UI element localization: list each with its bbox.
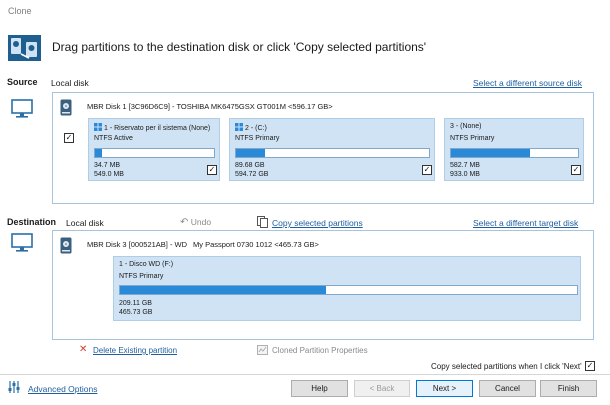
source-disk-label: Local disk bbox=[51, 78, 89, 88]
partition-total-size: 549.0 MB bbox=[94, 171, 124, 178]
footer-divider bbox=[0, 374, 610, 375]
sliders-icon bbox=[8, 381, 20, 393]
partition-used-size: 582.7 MB bbox=[450, 162, 480, 169]
partition-usage-bar bbox=[235, 148, 430, 158]
source-partition-3[interactable]: 3 - (None) NTFS Primary 582.7 MB 933.0 M… bbox=[444, 118, 584, 181]
partition-type: NTFS Primary bbox=[235, 135, 280, 142]
partition-used-size: 209.11 GB bbox=[119, 300, 152, 307]
partition-total-size: 933.0 MB bbox=[450, 171, 480, 178]
partition-usage-bar bbox=[450, 148, 579, 158]
partition-checkbox[interactable]: ✓ bbox=[422, 165, 432, 175]
partition-usage-bar bbox=[119, 285, 578, 295]
advanced-options-link[interactable]: Advanced Options bbox=[28, 384, 97, 394]
destination-disk-title: MBR Disk 3 [000521AB] - WD bbox=[87, 240, 188, 249]
cancel-button[interactable]: Cancel bbox=[479, 380, 536, 397]
destination-disk-label: Local disk bbox=[66, 218, 104, 228]
undo-button: ↶ Undo bbox=[180, 217, 212, 228]
partition-total-size: 465.73 GB bbox=[119, 309, 153, 316]
copy-partitions-icon bbox=[257, 216, 268, 228]
select-source-disk-link[interactable]: Select a different source disk bbox=[473, 78, 582, 88]
monitor-icon bbox=[11, 233, 33, 252]
partition-properties-icon bbox=[257, 345, 268, 355]
partition-type: NTFS Primary bbox=[450, 135, 495, 142]
partition-name: 1 - Riservato per il sistema (None) bbox=[94, 123, 210, 132]
back-button[interactable]: < Back bbox=[354, 380, 410, 397]
partition-name: 2 - (C:) bbox=[235, 123, 267, 132]
header-instruction: Drag partitions to the destination disk … bbox=[52, 40, 427, 54]
next-button[interactable]: Next > bbox=[416, 380, 473, 397]
hard-disk-icon bbox=[60, 99, 72, 116]
copy-selected-partitions-link[interactable]: Copy selected partitions bbox=[272, 218, 363, 228]
select-target-disk-link[interactable]: Select a different target disk bbox=[473, 218, 578, 228]
help-button[interactable]: Help bbox=[291, 380, 348, 397]
copy-when-next-checkbox[interactable]: ✓ bbox=[585, 361, 595, 371]
windows-logo-icon bbox=[94, 123, 102, 131]
source-label: Source bbox=[7, 77, 38, 87]
source-disk-panel: MBR Disk 1 [3C96D6C9] - TOSHIBA MK6475GS… bbox=[52, 92, 594, 204]
source-partition-1[interactable]: 1 - Riservato per il sistema (None) NTFS… bbox=[88, 118, 220, 181]
window-title: Clone bbox=[8, 6, 32, 16]
finish-button[interactable]: Finish bbox=[540, 380, 597, 397]
cloned-partition-properties: Cloned Partition Properties bbox=[272, 346, 368, 355]
partition-checkbox[interactable]: ✓ bbox=[207, 165, 217, 175]
partition-name: 3 - (None) bbox=[450, 123, 482, 130]
partition-checkbox[interactable]: ✓ bbox=[571, 165, 581, 175]
partition-used-size: 89.68 GB bbox=[235, 162, 265, 169]
destination-partition-1[interactable]: 1 - Disco WD (F:) NTFS Primary 209.11 GB… bbox=[113, 256, 581, 321]
partition-name: 1 - Disco WD (F:) bbox=[119, 261, 174, 268]
hard-disk-icon bbox=[60, 237, 72, 254]
destination-label: Destination bbox=[7, 217, 57, 227]
partition-used-size: 34.7 MB bbox=[94, 162, 121, 169]
monitor-icon bbox=[11, 99, 33, 118]
partition-type: NTFS Primary bbox=[119, 273, 164, 280]
partition-usage-bar bbox=[94, 148, 215, 158]
source-disk-checkbox[interactable]: ✓ bbox=[64, 133, 74, 143]
partition-type: NTFS Active bbox=[94, 135, 133, 142]
destination-disk-panel: MBR Disk 3 [000521AB] - WD My Passport 0… bbox=[52, 230, 594, 340]
delete-x-icon: ✕ bbox=[79, 344, 88, 355]
source-partition-2[interactable]: 2 - (C:) NTFS Primary 89.68 GB 594.72 GB… bbox=[229, 118, 435, 181]
copy-when-next-label: Copy selected partitions when I click 'N… bbox=[431, 362, 582, 371]
clone-disk-icon bbox=[8, 35, 41, 61]
undo-icon: ↶ bbox=[180, 217, 189, 228]
windows-logo-icon bbox=[235, 123, 243, 131]
source-disk-title: MBR Disk 1 [3C96D6C9] - TOSHIBA MK6475GS… bbox=[87, 102, 333, 111]
partition-total-size: 594.72 GB bbox=[235, 171, 269, 178]
delete-existing-partition-link[interactable]: Delete Existing partition bbox=[93, 346, 177, 355]
destination-disk-model: My Passport 0730 1012 <465.73 GB> bbox=[193, 240, 319, 249]
